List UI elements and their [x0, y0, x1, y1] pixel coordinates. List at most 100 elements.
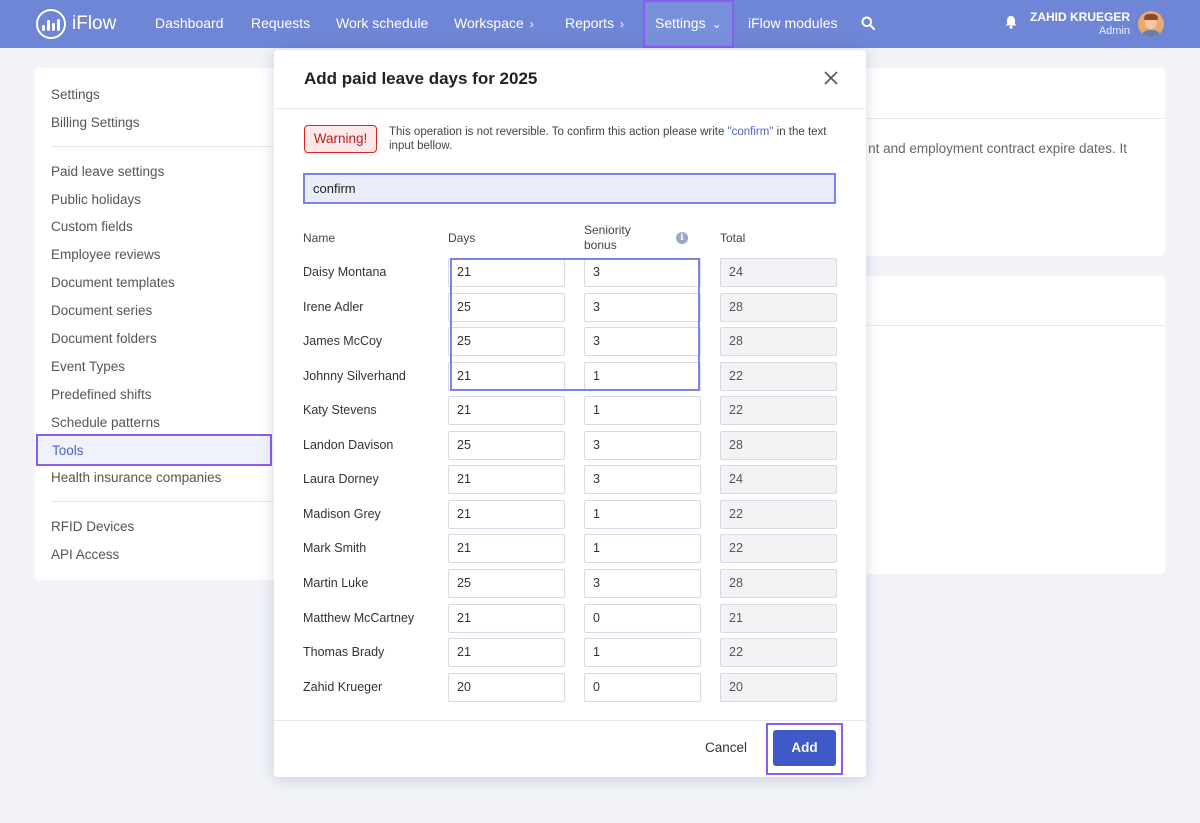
- user-name[interactable]: ZAHID KRUEGER: [1030, 10, 1130, 24]
- total-field: 28: [720, 292, 837, 322]
- seniority-bonus-input[interactable]: 3: [584, 292, 701, 322]
- seniority-bonus-input[interactable]: 1: [584, 396, 701, 426]
- employee-name: Zahid Krueger: [303, 679, 383, 694]
- total-field: 22: [720, 534, 837, 564]
- sidebar-item-public-holidays[interactable]: Public holidays: [51, 192, 141, 207]
- table-row: Thomas Brady 21 1 22: [274, 638, 866, 668]
- search-icon[interactable]: [861, 16, 875, 30]
- seniority-bonus-input[interactable]: 3: [584, 568, 701, 598]
- employee-name: Matthew McCartney: [303, 610, 415, 625]
- total-field: 22: [720, 396, 837, 426]
- sidebar-item-billing-settings[interactable]: Billing Settings: [51, 115, 140, 130]
- nav-requests[interactable]: Requests: [251, 0, 310, 48]
- nav-settings[interactable]: Settings ⌄: [643, 0, 734, 48]
- sidebar-item-rfid-devices[interactable]: RFID Devices: [51, 519, 134, 534]
- table-row: Landon Davison 25 3 28: [274, 430, 866, 461]
- sidebar-item-document-folders[interactable]: Document folders: [51, 331, 157, 346]
- sidebar-item-event-types[interactable]: Event Types: [51, 359, 125, 374]
- employee-name: Thomas Brady: [303, 645, 385, 660]
- total-field: 28: [720, 430, 837, 460]
- cancel-button[interactable]: Cancel: [696, 736, 756, 760]
- days-input[interactable]: 25: [448, 430, 565, 460]
- sidebar-item-paid-leave-settings[interactable]: Paid leave settings: [51, 164, 164, 179]
- sidebar-item-tools[interactable]: Tools: [36, 434, 272, 466]
- warning-message: This operation is not reversible. To con…: [389, 126, 827, 152]
- employee-name: Mark Smith: [303, 541, 367, 556]
- days-input[interactable]: 21: [448, 603, 565, 633]
- nav-iflow-modules[interactable]: iFlow modules: [748, 0, 837, 48]
- seniority-bonus-input[interactable]: 3: [584, 258, 701, 287]
- table-row: Johnny Silverhand 21 1 22: [274, 361, 866, 392]
- seniority-bonus-input[interactable]: 1: [584, 499, 701, 529]
- table-row: Matthew McCartney 21 0 21: [274, 603, 866, 634]
- logo-mark-icon: [36, 9, 66, 39]
- column-header-total: Total: [720, 231, 746, 245]
- employee-name: Irene Adler: [303, 299, 364, 314]
- sidebar-divider: [51, 146, 273, 147]
- total-field: 24: [720, 258, 837, 287]
- sidebar-divider: [51, 501, 273, 502]
- sidebar-item-predefined-shifts[interactable]: Predefined shifts: [51, 387, 152, 402]
- table-row: Zahid Krueger 20 0 20: [274, 672, 866, 703]
- add-paid-leave-modal: Add paid leave days for 2025 Warning! Th…: [274, 50, 866, 777]
- sidebar-item-settings[interactable]: Settings: [51, 87, 100, 102]
- brand-name: iFlow: [72, 13, 117, 34]
- close-icon[interactable]: [823, 70, 839, 86]
- modal-divider: [274, 108, 866, 109]
- bell-icon[interactable]: [1005, 15, 1017, 29]
- sidebar-item-employee-reviews[interactable]: Employee reviews: [51, 247, 161, 262]
- days-input[interactable]: 25: [448, 292, 565, 322]
- confirm-input[interactable]: confirm: [303, 173, 836, 204]
- employee-name: Johnny Silverhand: [303, 368, 406, 383]
- employee-name: Landon Davison: [303, 437, 394, 452]
- sidebar-item-api-access[interactable]: API Access: [51, 547, 119, 562]
- nav-work-schedule[interactable]: Work schedule: [336, 0, 428, 48]
- seniority-bonus-input[interactable]: 3: [584, 465, 701, 495]
- sidebar-item-schedule-patterns[interactable]: Schedule patterns: [51, 415, 160, 430]
- seniority-bonus-input[interactable]: 1: [584, 638, 701, 668]
- employee-name: Laura Dorney: [303, 472, 379, 487]
- days-input[interactable]: 21: [448, 396, 565, 426]
- nav-reports[interactable]: Reports ›: [565, 0, 624, 48]
- days-input[interactable]: 21: [448, 499, 565, 529]
- seniority-bonus-input[interactable]: 0: [584, 672, 701, 702]
- total-field: 21: [720, 603, 837, 633]
- nav-dashboard[interactable]: Dashboard: [155, 0, 224, 48]
- total-field: 22: [720, 499, 837, 529]
- total-field: 22: [720, 361, 837, 391]
- seniority-bonus-input[interactable]: 1: [584, 361, 701, 391]
- avatar[interactable]: [1138, 11, 1164, 37]
- brand-logo[interactable]: iFlow: [36, 9, 116, 39]
- add-button[interactable]: Add: [773, 730, 836, 766]
- days-input[interactable]: 21: [448, 534, 565, 564]
- days-input[interactable]: 20: [448, 672, 565, 702]
- total-field: 28: [720, 568, 837, 598]
- user-role: Admin: [1098, 25, 1130, 37]
- column-header-name: Name: [303, 231, 336, 245]
- chevron-down-icon: ⌄: [711, 17, 722, 31]
- seniority-bonus-input[interactable]: 3: [584, 430, 701, 460]
- days-input[interactable]: 21: [448, 258, 565, 287]
- days-input[interactable]: 21: [448, 638, 565, 668]
- chevron-right-icon: ›: [620, 17, 625, 31]
- seniority-bonus-input[interactable]: 3: [584, 327, 701, 357]
- sidebar-item-custom-fields[interactable]: Custom fields: [51, 219, 133, 234]
- employee-name: Madison Grey: [303, 506, 381, 521]
- sidebar-item-document-series[interactable]: Document series: [51, 303, 152, 318]
- days-input[interactable]: 25: [448, 327, 565, 357]
- days-input[interactable]: 21: [448, 361, 565, 391]
- table-row: Irene Adler 25 3 28: [274, 292, 866, 323]
- warning-badge: Warning!: [304, 125, 377, 153]
- seniority-bonus-input[interactable]: 0: [584, 603, 701, 633]
- sidebar-item-document-templates[interactable]: Document templates: [51, 275, 175, 290]
- table-row: Mark Smith 21 1 22: [274, 534, 866, 564]
- info-icon[interactable]: i: [676, 232, 688, 244]
- nav-workspace[interactable]: Workspace ›: [454, 0, 534, 48]
- seniority-bonus-input[interactable]: 1: [584, 534, 701, 564]
- days-input[interactable]: 25: [448, 568, 565, 598]
- sidebar-item-health-insurance-companies[interactable]: Health insurance companies: [51, 470, 221, 485]
- table-row: Katy Stevens 21 1 22: [274, 396, 866, 426]
- employee-name: Martin Luke: [303, 575, 369, 590]
- days-input[interactable]: 21: [448, 465, 565, 495]
- settings-sidebar: Settings Billing Settings Paid leave set…: [35, 68, 279, 580]
